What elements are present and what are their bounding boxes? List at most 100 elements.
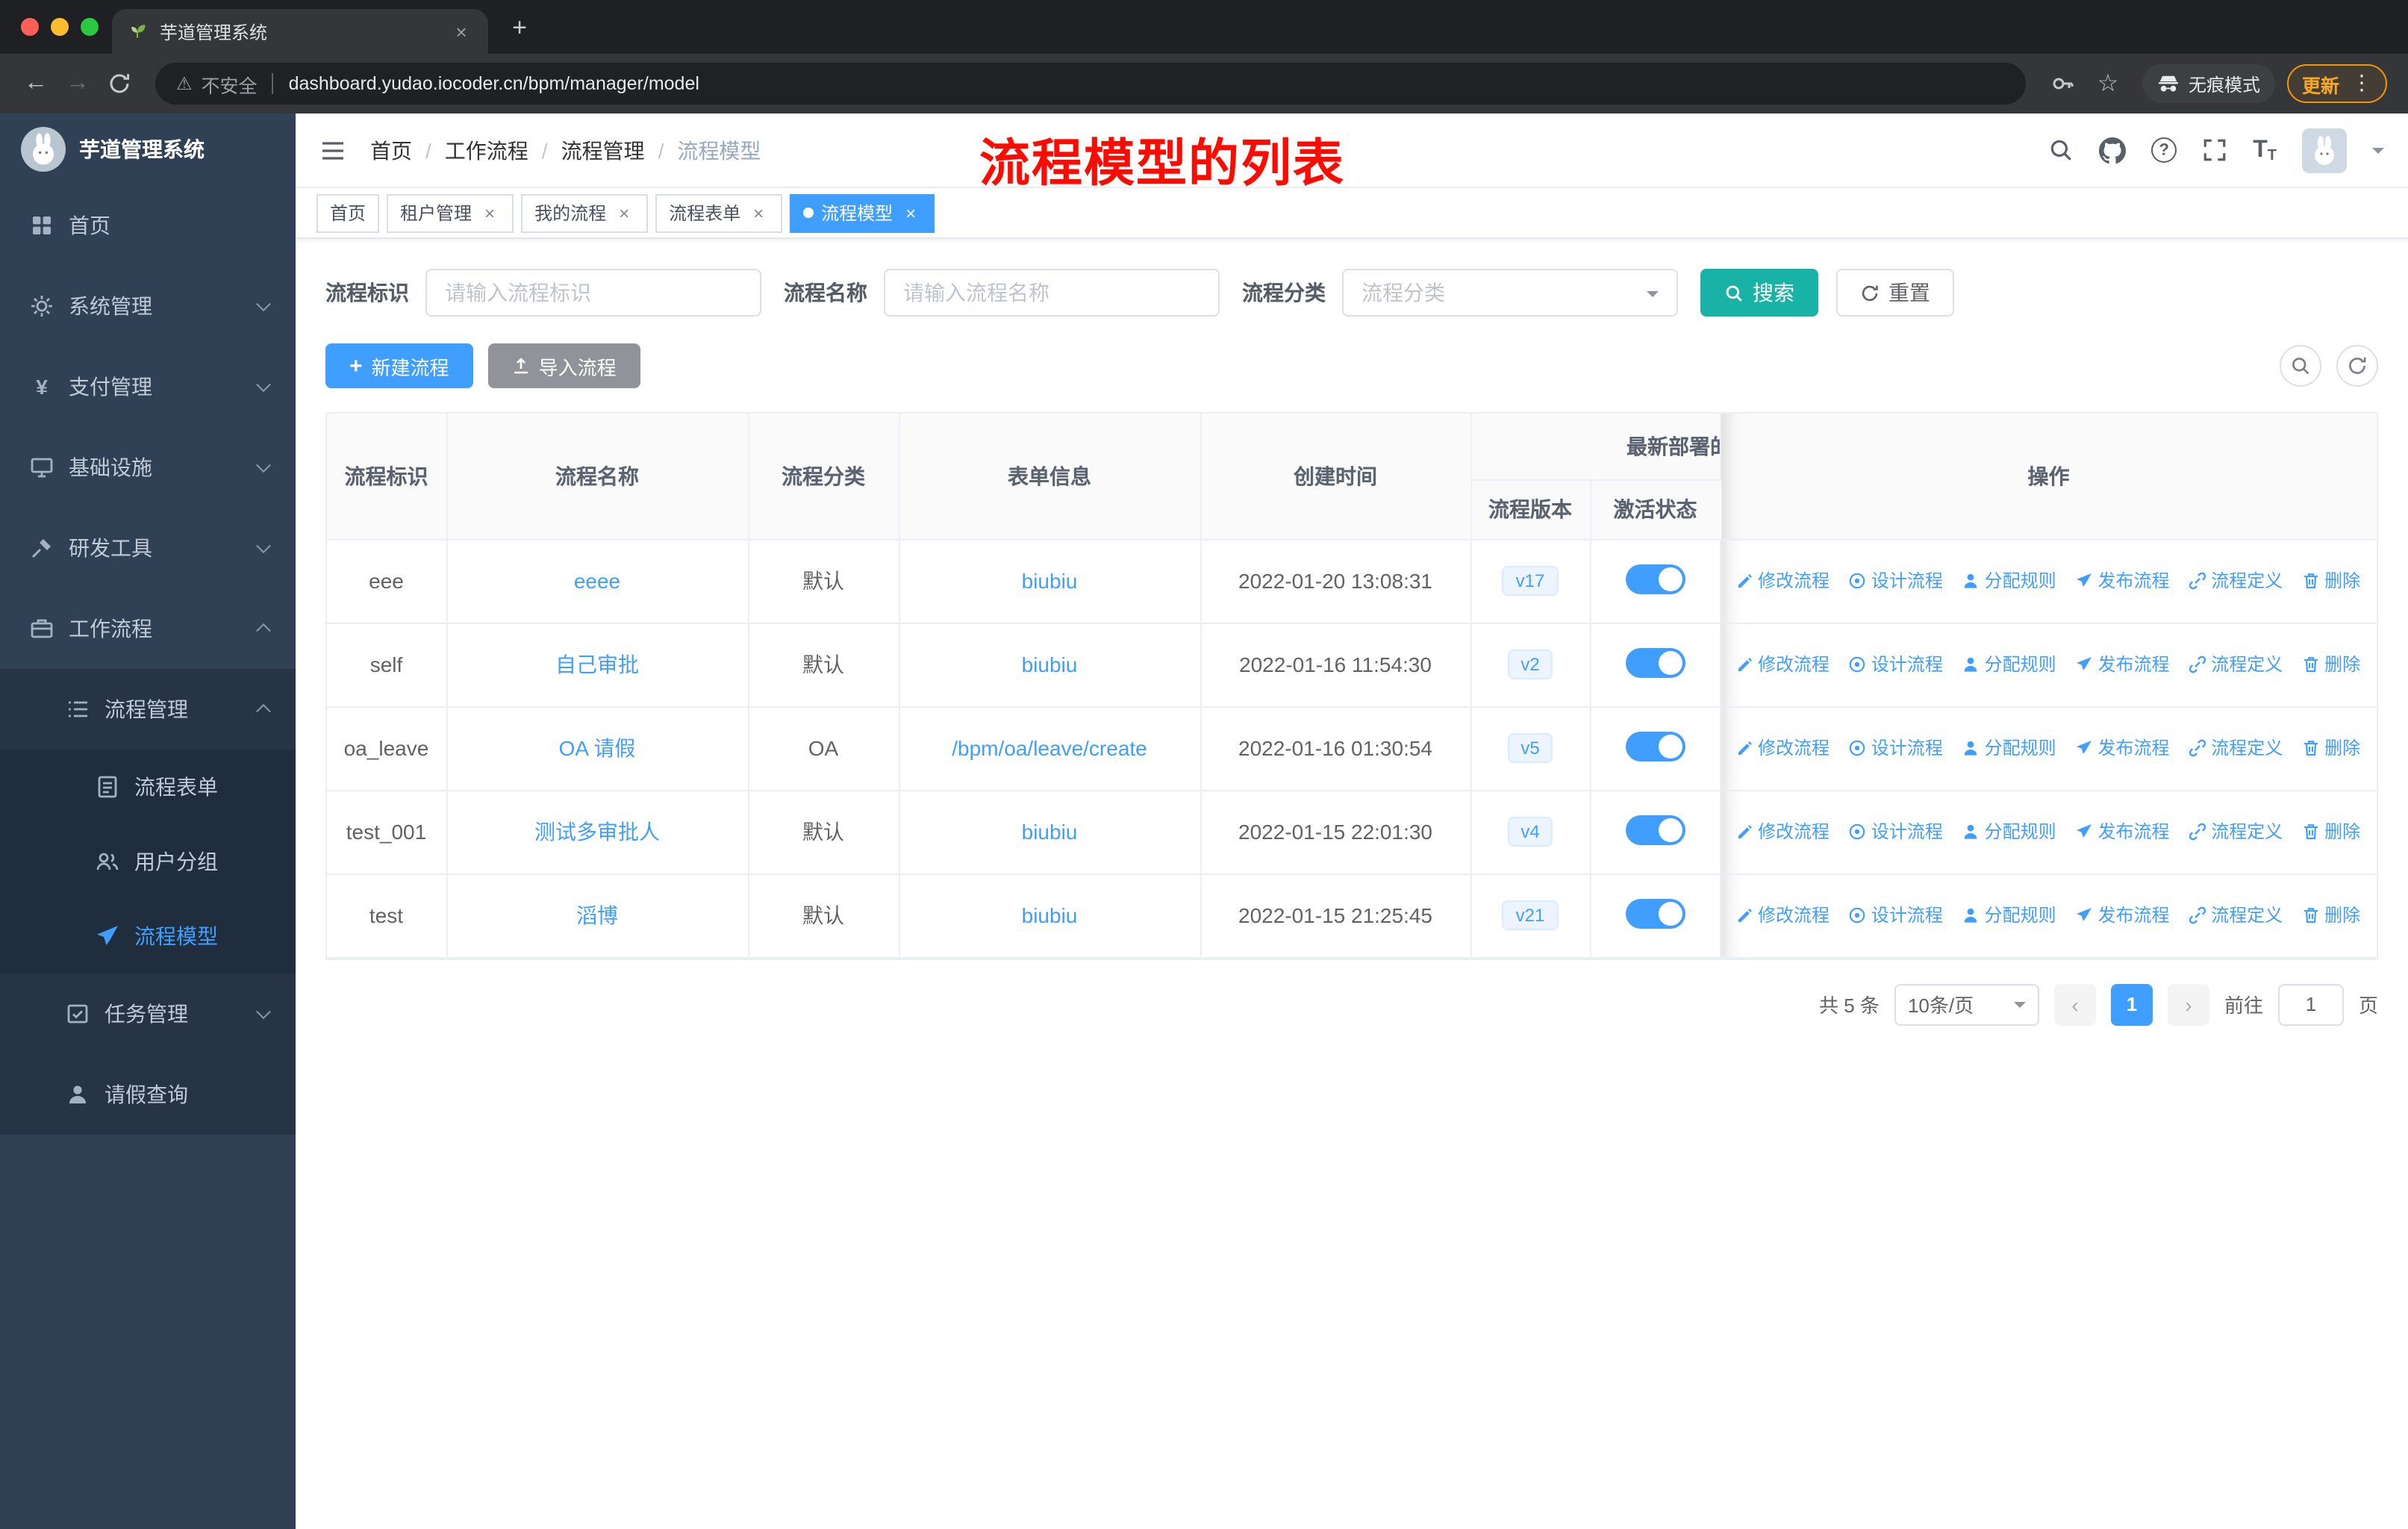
active-toggle[interactable] [1625, 564, 1685, 594]
sidebar-item-payment[interactable]: 支付管理 [0, 346, 296, 427]
op-definition-link[interactable]: 流程定义 [2189, 903, 2283, 928]
breadcrumb-item[interactable]: 首页 [370, 135, 412, 165]
form-info-link[interactable]: biubiu [1022, 820, 1078, 844]
tag-process-form[interactable]: 流程表单 [655, 193, 783, 232]
process-name-link[interactable]: 测试多审批人 [534, 820, 660, 844]
close-icon[interactable] [748, 202, 769, 223]
sidebar-item-infra[interactable]: 基础设施 [0, 427, 296, 508]
op-definition-link[interactable]: 流程定义 [2189, 819, 2283, 844]
breadcrumb-item[interactable]: 流程管理 [528, 135, 645, 165]
hamburger-icon[interactable] [319, 137, 346, 164]
op-modify-link[interactable]: 修改流程 [1735, 819, 1830, 844]
process-name-link[interactable]: 滔博 [576, 903, 618, 927]
password-key-icon[interactable] [2044, 64, 2083, 103]
sidebar-logo[interactable]: 芋道管理系统 [0, 113, 296, 185]
user-avatar[interactable] [2302, 128, 2347, 172]
form-info-link[interactable]: biubiu [1022, 653, 1078, 676]
form-info-link[interactable]: biubiu [1022, 569, 1078, 593]
form-info-link[interactable]: /bpm/oa/leave/create [952, 736, 1147, 760]
browser-tab[interactable]: 芋道管理系统 [112, 9, 488, 54]
op-modify-link[interactable]: 修改流程 [1735, 735, 1830, 761]
tag-my-process[interactable]: 我的流程 [521, 193, 649, 232]
op-publish-link[interactable]: 发布流程 [2075, 652, 2169, 677]
sidebar-item-workflow[interactable]: 工作流程 [0, 588, 296, 669]
process-id-input[interactable] [425, 269, 761, 317]
op-definition-link[interactable]: 流程定义 [2189, 652, 2283, 677]
version-badge[interactable]: v21 [1502, 900, 1559, 931]
current-page-button[interactable]: 1 [2110, 983, 2153, 1025]
op-design-link[interactable]: 设计流程 [1849, 819, 1943, 844]
font-size-icon[interactable] [2253, 137, 2277, 164]
update-button[interactable]: 更新 [2286, 64, 2387, 103]
create-process-button[interactable]: 新建流程 [325, 343, 473, 388]
op-modify-link[interactable]: 修改流程 [1735, 568, 1830, 594]
op-delete-link[interactable]: 删除 [2302, 819, 2360, 844]
op-publish-link[interactable]: 发布流程 [2075, 903, 2169, 928]
search-button[interactable]: 搜索 [1700, 269, 1818, 317]
op-design-link[interactable]: 设计流程 [1849, 652, 1943, 677]
form-info-link[interactable]: biubiu [1022, 903, 1078, 927]
tab-close-icon[interactable] [449, 19, 473, 43]
search-icon[interactable] [2048, 137, 2074, 163]
op-design-link[interactable]: 设计流程 [1849, 735, 1943, 761]
minimize-window-button[interactable] [51, 18, 69, 36]
fullscreen-icon[interactable] [2202, 137, 2227, 163]
tag-home[interactable]: 首页 [316, 193, 380, 232]
toggle-search-button[interactable] [2280, 345, 2321, 387]
address-bar[interactable]: 不安全 dashboard.yudao.iocoder.cn/bpm/manag… [155, 63, 2026, 105]
process-name-link[interactable]: eeee [574, 569, 620, 593]
goto-page-input[interactable] [2277, 983, 2344, 1025]
close-window-button[interactable] [21, 18, 39, 36]
op-definition-link[interactable]: 流程定义 [2189, 735, 2283, 761]
avatar-caret-icon[interactable] [2372, 148, 2384, 160]
process-name-link[interactable]: OA 请假 [559, 736, 636, 760]
new-tab-button[interactable] [500, 9, 539, 48]
op-design-link[interactable]: 设计流程 [1849, 903, 1943, 928]
op-assign-rule-link[interactable]: 分配规则 [1962, 903, 2056, 928]
close-icon[interactable] [900, 202, 921, 223]
bookmark-star-icon[interactable] [2089, 64, 2127, 103]
prev-page-button[interactable] [2053, 983, 2096, 1025]
version-badge[interactable]: v4 [1507, 816, 1553, 847]
close-icon[interactable] [614, 202, 634, 223]
active-toggle[interactable] [1625, 731, 1685, 761]
help-icon[interactable] [2151, 137, 2177, 163]
tag-tenant[interactable]: 租户管理 [387, 193, 514, 232]
close-icon[interactable] [479, 202, 500, 223]
op-delete-link[interactable]: 删除 [2302, 735, 2360, 761]
breadcrumb-item[interactable]: 工作流程 [412, 135, 528, 165]
page-size-select[interactable]: 10条/页 [1894, 983, 2039, 1025]
url-text[interactable]: dashboard.yudao.iocoder.cn/bpm/manager/m… [289, 73, 699, 94]
op-design-link[interactable]: 设计流程 [1849, 568, 1943, 594]
op-modify-link[interactable]: 修改流程 [1735, 652, 1830, 677]
active-toggle[interactable] [1625, 898, 1685, 928]
sidebar-item-process-mgmt[interactable]: 流程管理 [0, 669, 296, 750]
sidebar-item-process-model[interactable]: 流程模型 [0, 899, 296, 974]
import-process-button[interactable]: 导入流程 [487, 343, 640, 388]
sidebar-item-system[interactable]: 系统管理 [0, 266, 296, 346]
op-delete-link[interactable]: 删除 [2302, 903, 2360, 928]
sidebar-item-devtools[interactable]: 研发工具 [0, 508, 296, 588]
security-label[interactable]: 不安全 [202, 69, 258, 98]
version-badge[interactable]: v2 [1507, 649, 1553, 680]
sidebar-item-home[interactable]: 首页 [0, 185, 296, 266]
op-assign-rule-link[interactable]: 分配规则 [1962, 652, 2056, 677]
op-publish-link[interactable]: 发布流程 [2075, 819, 2169, 844]
op-delete-link[interactable]: 删除 [2302, 652, 2360, 677]
reset-button[interactable]: 重置 [1836, 269, 1954, 317]
back-button[interactable] [15, 63, 57, 105]
github-icon[interactable] [2099, 137, 2127, 164]
process-name-link[interactable]: 自己审批 [555, 653, 639, 676]
op-publish-link[interactable]: 发布流程 [2075, 735, 2169, 761]
category-select[interactable]: 流程分类 [1342, 269, 1678, 317]
process-name-input[interactable] [884, 269, 1220, 317]
op-assign-rule-link[interactable]: 分配规则 [1962, 735, 2056, 761]
op-assign-rule-link[interactable]: 分配规则 [1962, 819, 2056, 844]
browser-menu-icon[interactable] [2351, 70, 2372, 97]
sidebar-item-task-mgmt[interactable]: 任务管理 [0, 974, 296, 1054]
refresh-table-button[interactable] [2336, 345, 2378, 387]
forward-button[interactable] [57, 63, 99, 105]
sidebar-item-leave-query[interactable]: 请假查询 [0, 1054, 296, 1135]
tag-process-model[interactable]: 流程模型 [790, 193, 935, 232]
version-badge[interactable]: v17 [1502, 565, 1559, 597]
